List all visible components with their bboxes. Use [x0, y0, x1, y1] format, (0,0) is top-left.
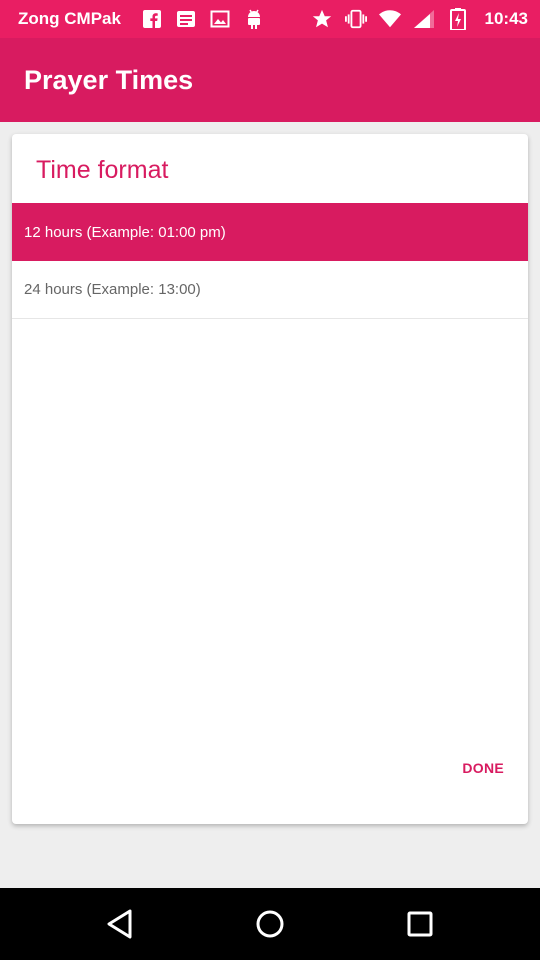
status-bar: Zong CMPak 10:43: [0, 0, 540, 38]
vibrate-icon: [344, 8, 367, 30]
time-format-dialog: Time format 12 hours (Example: 01:00 pm)…: [12, 134, 528, 824]
recents-icon[interactable]: [402, 906, 438, 942]
carrier-name: Zong CMPak: [18, 9, 121, 28]
option-24-hours[interactable]: 24 hours (Example: 13:00): [12, 261, 528, 319]
navigation-bar: [0, 888, 540, 960]
app-bar: Prayer Times: [0, 38, 540, 122]
dialog-title: Time format: [36, 156, 169, 184]
home-icon[interactable]: [252, 906, 288, 942]
option-12-hours[interactable]: 12 hours (Example: 01:00 pm): [12, 203, 528, 261]
signal-icon: [413, 8, 435, 30]
gallery-icon: [209, 8, 231, 30]
app-title: Prayer Times: [24, 64, 194, 95]
status-left: Zong CMPak: [18, 8, 311, 30]
android-icon: [243, 8, 265, 30]
option-label: 24 hours (Example: 13:00): [24, 281, 201, 298]
back-icon[interactable]: [102, 906, 138, 942]
status-right: 10:43: [311, 8, 528, 30]
battery-icon: [447, 8, 469, 30]
status-clock: 10:43: [484, 9, 528, 28]
done-button[interactable]: DONE: [462, 760, 504, 776]
star-icon: [311, 8, 333, 30]
option-label: 12 hours (Example: 01:00 pm): [24, 223, 226, 241]
message-icon: [175, 8, 197, 30]
wifi-icon: [378, 8, 401, 30]
facebook-icon: [141, 8, 163, 30]
